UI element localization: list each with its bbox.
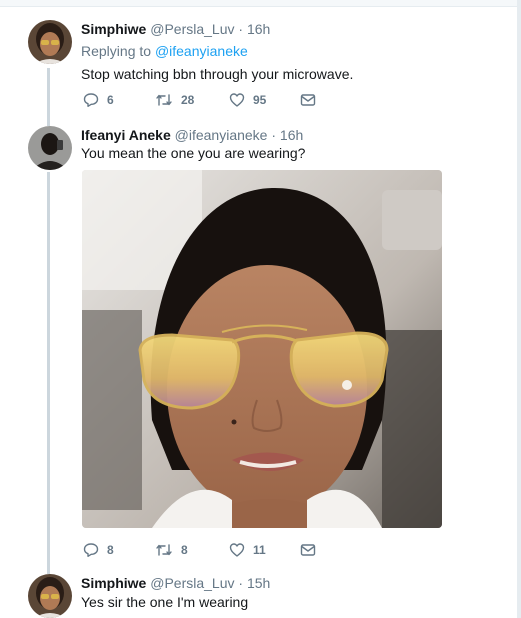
like-button[interactable]: 11 xyxy=(229,541,266,559)
tweet-text: Yes sir the one I'm wearing xyxy=(81,594,249,610)
separator: · xyxy=(271,127,277,143)
reply-button[interactable]: 8 xyxy=(83,541,114,559)
tweet-text: Stop watching bbn through your microwave… xyxy=(81,66,354,82)
tweet-text: You mean the one you are wearing? xyxy=(81,145,306,161)
username[interactable]: @ifeanyianeke xyxy=(175,127,268,143)
selfie-woman-tinted-sunglasses-icon xyxy=(82,170,442,528)
heart-icon xyxy=(229,543,245,557)
like-button[interactable]: 95 xyxy=(229,91,266,109)
reply-count: 8 xyxy=(107,543,114,557)
display-name[interactable]: Simphiwe xyxy=(81,21,146,37)
username[interactable]: @Persla_Luv xyxy=(150,575,234,591)
reply-count: 6 xyxy=(107,93,114,107)
tweet-photo[interactable] xyxy=(82,170,442,528)
reply-icon xyxy=(83,93,99,107)
envelope-icon xyxy=(300,94,316,106)
retweet-count: 28 xyxy=(181,93,195,107)
avatar[interactable] xyxy=(28,20,72,64)
like-count: 11 xyxy=(253,543,266,557)
like-count: 95 xyxy=(253,93,267,107)
avatar[interactable] xyxy=(28,126,72,170)
replying-to: Replying to @ifeanyianeke xyxy=(81,42,248,60)
timestamp[interactable]: 16h xyxy=(280,127,303,143)
tweet-header: Simphiwe @Persla_Luv · 16h xyxy=(81,20,270,38)
retweet-icon xyxy=(156,544,172,556)
avatar-woman-sunglasses-icon xyxy=(28,20,72,64)
retweet-button[interactable]: 28 xyxy=(155,91,194,109)
avatar-woman-sunglasses-icon xyxy=(28,574,72,618)
separator: · xyxy=(238,575,244,591)
scrollbar-track[interactable] xyxy=(517,0,521,618)
direct-message-button[interactable] xyxy=(300,541,316,559)
tweet-thread: Simphiwe @Persla_Luv · 16h Replying to @… xyxy=(0,0,521,618)
tweet-header: Simphiwe @Persla_Luv · 15h xyxy=(81,574,270,592)
retweet-icon xyxy=(156,94,172,106)
direct-message-button[interactable] xyxy=(300,91,316,109)
avatar[interactable] xyxy=(28,574,72,618)
replying-to-label: Replying to xyxy=(81,43,152,59)
retweet-button[interactable]: 8 xyxy=(155,541,188,559)
tweet-actions: 8 8 11 xyxy=(81,541,441,559)
display-name[interactable]: Ifeanyi Aneke xyxy=(81,127,171,143)
display-name[interactable]: Simphiwe xyxy=(81,575,146,591)
separator: · xyxy=(238,21,244,37)
reply-button[interactable]: 6 xyxy=(83,91,114,109)
envelope-icon xyxy=(300,544,316,556)
timestamp[interactable]: 16h xyxy=(247,21,270,37)
username[interactable]: @Persla_Luv xyxy=(150,21,234,37)
tweet[interactable]: Simphiwe @Persla_Luv · 16h Replying to @… xyxy=(0,0,517,118)
tweet-actions: 6 28 95 xyxy=(81,91,441,109)
replying-to-link[interactable]: @ifeanyianeke xyxy=(155,43,248,59)
avatar-man-dark-icon xyxy=(28,126,72,170)
timestamp[interactable]: 15h xyxy=(247,575,270,591)
tweet-header: Ifeanyi Aneke @ifeanyianeke · 16h xyxy=(81,126,303,144)
heart-icon xyxy=(229,93,245,107)
retweet-count: 8 xyxy=(181,543,188,557)
reply-icon xyxy=(83,543,99,557)
